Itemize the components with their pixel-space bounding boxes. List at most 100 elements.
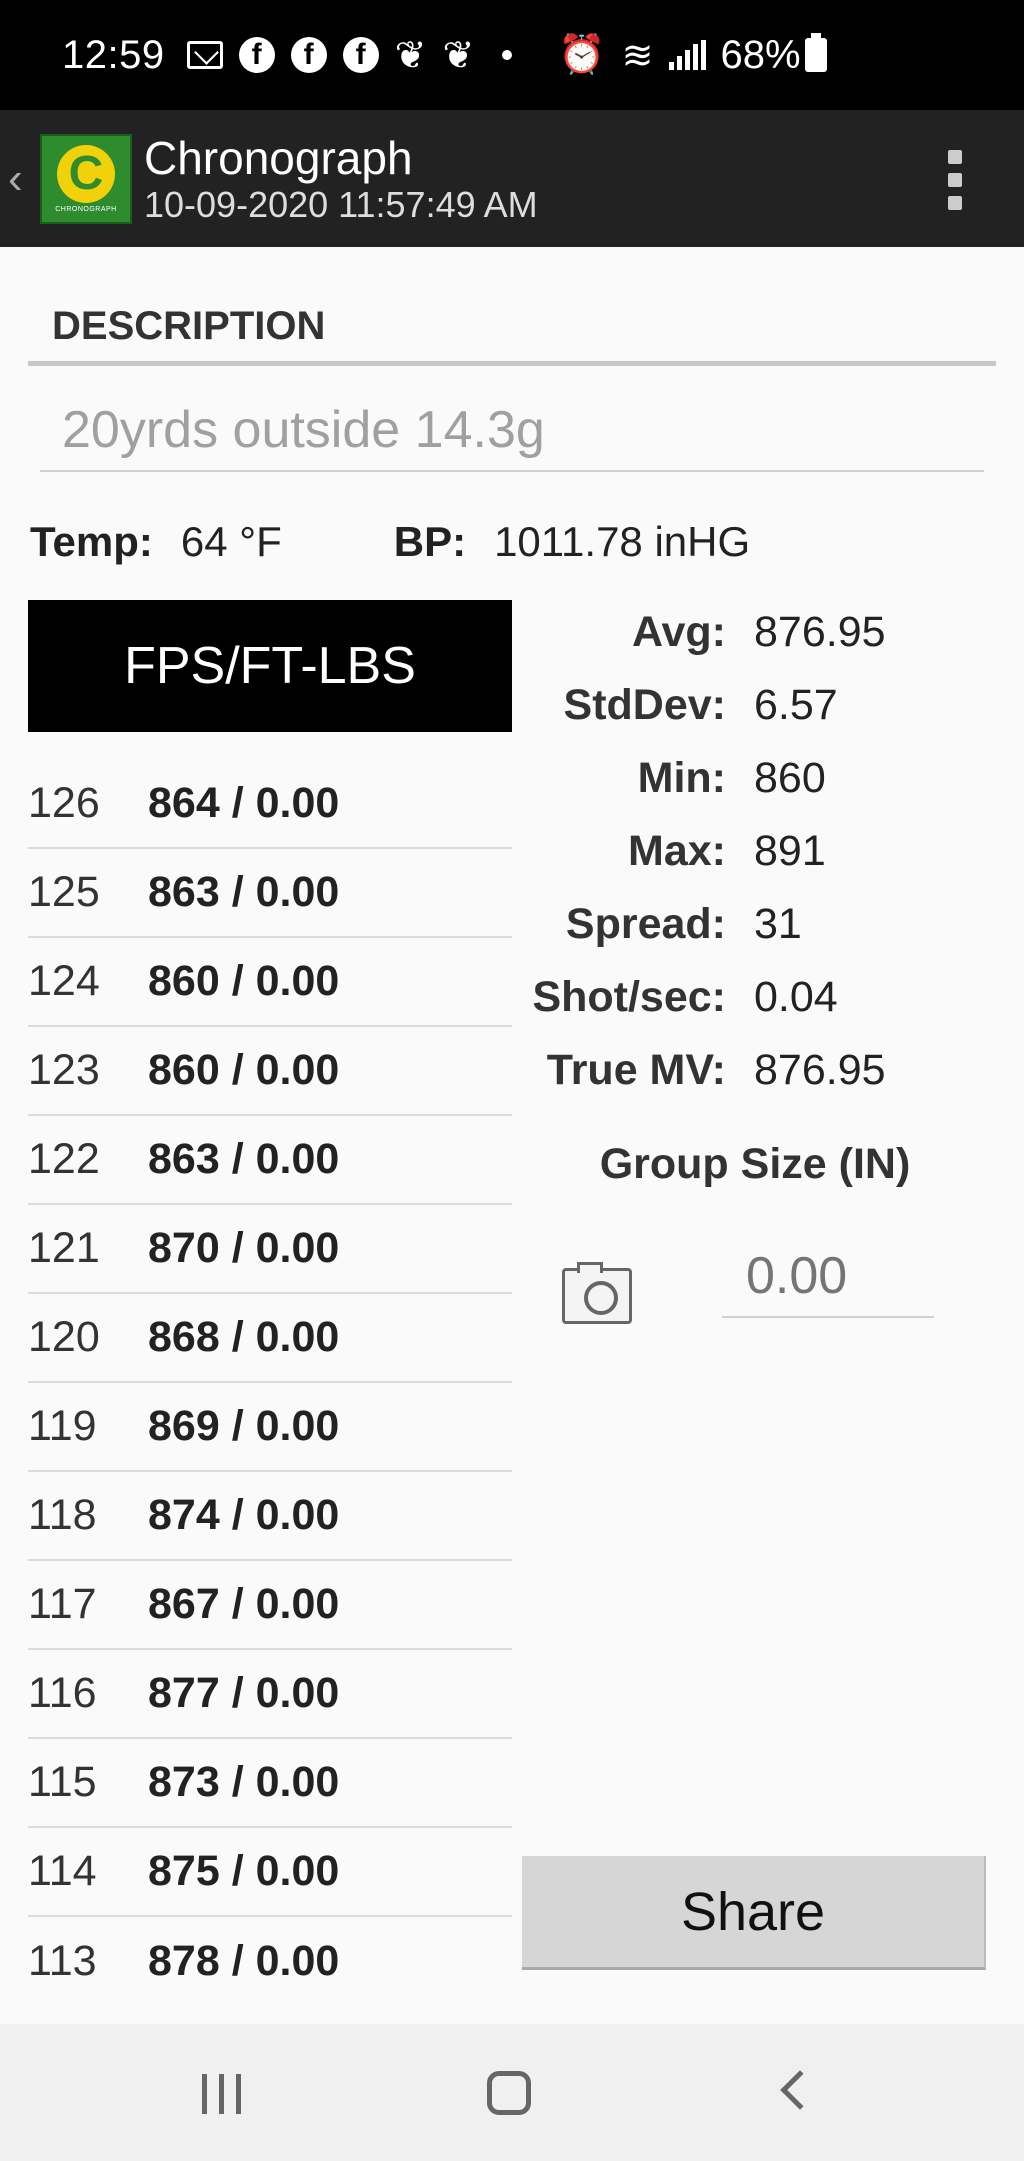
shot-row[interactable]: 116 877 / 0.00 (28, 1650, 512, 1739)
stat-row: Max: 891 (520, 815, 1000, 888)
battery-icon (804, 33, 827, 72)
stat-value: 876.95 (754, 608, 886, 656)
description-input[interactable] (40, 390, 984, 472)
shot-row[interactable]: 115 873 / 0.00 (28, 1739, 512, 1828)
app-title: Chronograph (144, 131, 413, 184)
shot-number: 121 (28, 1224, 100, 1272)
signal-icon (669, 40, 707, 70)
group-size-title: Group Size (IN) (599, 1140, 911, 1188)
feather-icon: ❦ (394, 34, 427, 77)
shot-velocity-energy: 873 / 0.00 (148, 1758, 340, 1806)
shot-velocity-energy: 860 / 0.00 (148, 1046, 340, 1094)
shot-number: 124 (28, 957, 100, 1005)
stat-row: Avg: 876.95 (520, 596, 1000, 669)
stat-label: Shot/sec: (532, 973, 726, 1021)
logo-letter: C (57, 144, 115, 203)
shot-number: 115 (28, 1758, 97, 1806)
back-chevron-icon[interactable]: ‹ (8, 154, 38, 204)
shot-number: 125 (28, 868, 100, 916)
stat-label: Min: (637, 754, 726, 802)
shot-row[interactable]: 122 863 / 0.00 (28, 1116, 512, 1205)
stat-value: 6.57 (754, 681, 838, 729)
shot-number: 123 (28, 1046, 100, 1094)
home-icon[interactable] (487, 2071, 531, 2115)
facebook-icon: f (238, 37, 275, 73)
overflow-menu-icon[interactable] (948, 150, 964, 210)
shot-velocity-energy: 870 / 0.00 (148, 1224, 340, 1272)
shot-velocity-energy: 860 / 0.00 (148, 957, 340, 1005)
shot-velocity-energy: 878 / 0.00 (148, 1937, 340, 1985)
mail-icon (186, 41, 223, 69)
navigation-bar (0, 2024, 1024, 2161)
stat-value: 876.95 (754, 1046, 886, 1094)
stat-row: Spread: 31 (520, 888, 1000, 961)
stat-row: StdDev: 6.57 (520, 669, 1000, 742)
stat-row: Shot/sec: 0.04 (520, 961, 1000, 1034)
weather-row: Temp: 64 °F BP: 1011.78 inHG (30, 512, 990, 572)
shot-velocity-energy: 875 / 0.00 (148, 1847, 340, 1895)
shot-number: 126 (28, 779, 100, 827)
status-bar: 12:59 f f f ❦ ❦ ⏰ ≋ 68% (0, 0, 1024, 110)
shot-row[interactable]: 120 868 / 0.00 (28, 1294, 512, 1383)
stat-label: Max: (628, 827, 726, 875)
shot-row[interactable]: 118 874 / 0.00 (28, 1472, 512, 1561)
dot-icon (502, 50, 513, 60)
back-icon[interactable] (780, 2070, 820, 2110)
shot-velocity-energy: 864 / 0.00 (148, 779, 340, 827)
shot-number: 113 (28, 1937, 97, 1985)
battery-percent: 68% (720, 32, 801, 77)
stat-value: 891 (754, 827, 826, 875)
app-bar-titles: Chronograph 10-09-2020 11:57:49 AM (144, 132, 538, 226)
app-logo[interactable]: C CHRONOGRAPH (40, 133, 132, 224)
facebook-icon: f (290, 37, 327, 73)
bp-value: 1011.78 inHG (494, 518, 751, 565)
stat-row: True MV: 876.95 (520, 1034, 1000, 1107)
shot-number: 114 (28, 1847, 97, 1895)
stat-value: 860 (754, 754, 826, 802)
group-size-input[interactable] (722, 1236, 934, 1318)
shot-row[interactable]: 121 870 / 0.00 (28, 1205, 512, 1294)
share-button[interactable]: Share (522, 1856, 986, 1970)
shot-number: 122 (28, 1135, 100, 1183)
stat-label: Avg: (632, 608, 726, 656)
camera-icon[interactable] (562, 1262, 632, 1324)
shot-velocity-energy: 868 / 0.00 (148, 1313, 340, 1361)
shot-velocity-energy: 867 / 0.00 (148, 1580, 340, 1628)
shot-velocity-energy: 869 / 0.00 (148, 1402, 340, 1450)
stat-label: True MV: (546, 1046, 726, 1094)
shot-velocity-energy: 877 / 0.00 (148, 1669, 340, 1717)
shot-velocity-energy: 863 / 0.00 (148, 868, 340, 916)
shot-row[interactable]: 113 878 / 0.00 (28, 1917, 512, 2006)
recent-apps-icon[interactable] (202, 2074, 241, 2114)
bp-label: BP: (393, 518, 467, 565)
wifi-icon: ≋ (621, 34, 654, 77)
shot-row[interactable]: 114 875 / 0.00 (28, 1828, 512, 1917)
shot-row[interactable]: 124 860 / 0.00 (28, 938, 512, 1027)
temp-label: Temp: (30, 518, 153, 565)
session-datetime: 10-09-2020 11:57:49 AM (144, 183, 538, 225)
description-header: DESCRIPTION (28, 292, 996, 366)
shot-row[interactable]: 126 864 / 0.00 (28, 760, 512, 849)
facebook-icon: f (342, 37, 379, 73)
shot-row[interactable]: 119 869 / 0.00 (28, 1383, 512, 1472)
shot-list[interactable]: 126 864 / 0.00 125 863 / 0.00 124 860 / 0.00 1… (28, 760, 512, 2006)
shot-number: 116 (28, 1669, 97, 1717)
shot-row[interactable]: 117 867 / 0.00 (28, 1561, 512, 1650)
shot-row[interactable]: 125 863 / 0.00 (28, 849, 512, 938)
stat-value: 31 (754, 900, 802, 948)
fps-ftlbs-header[interactable]: FPS/FT-LBS (28, 600, 512, 732)
shot-number: 120 (28, 1313, 100, 1361)
shot-row[interactable]: 123 860 / 0.00 (28, 1027, 512, 1116)
logo-text: CHRONOGRAPH (55, 205, 117, 213)
stat-label: StdDev: (563, 681, 726, 729)
shot-number: 119 (28, 1402, 97, 1450)
shot-number: 117 (28, 1580, 97, 1628)
status-time: 12:59 (62, 32, 165, 77)
shot-velocity-energy: 874 / 0.00 (148, 1491, 340, 1539)
stat-label: Spread: (565, 900, 726, 948)
stat-row: Min: 860 (520, 742, 1000, 815)
app-bar: ‹ C CHRONOGRAPH Chronograph 10-09-2020 1… (0, 110, 1024, 247)
shot-velocity-energy: 863 / 0.00 (148, 1135, 340, 1183)
temp-value: 64 °F (180, 518, 282, 565)
shot-number: 118 (28, 1491, 97, 1539)
